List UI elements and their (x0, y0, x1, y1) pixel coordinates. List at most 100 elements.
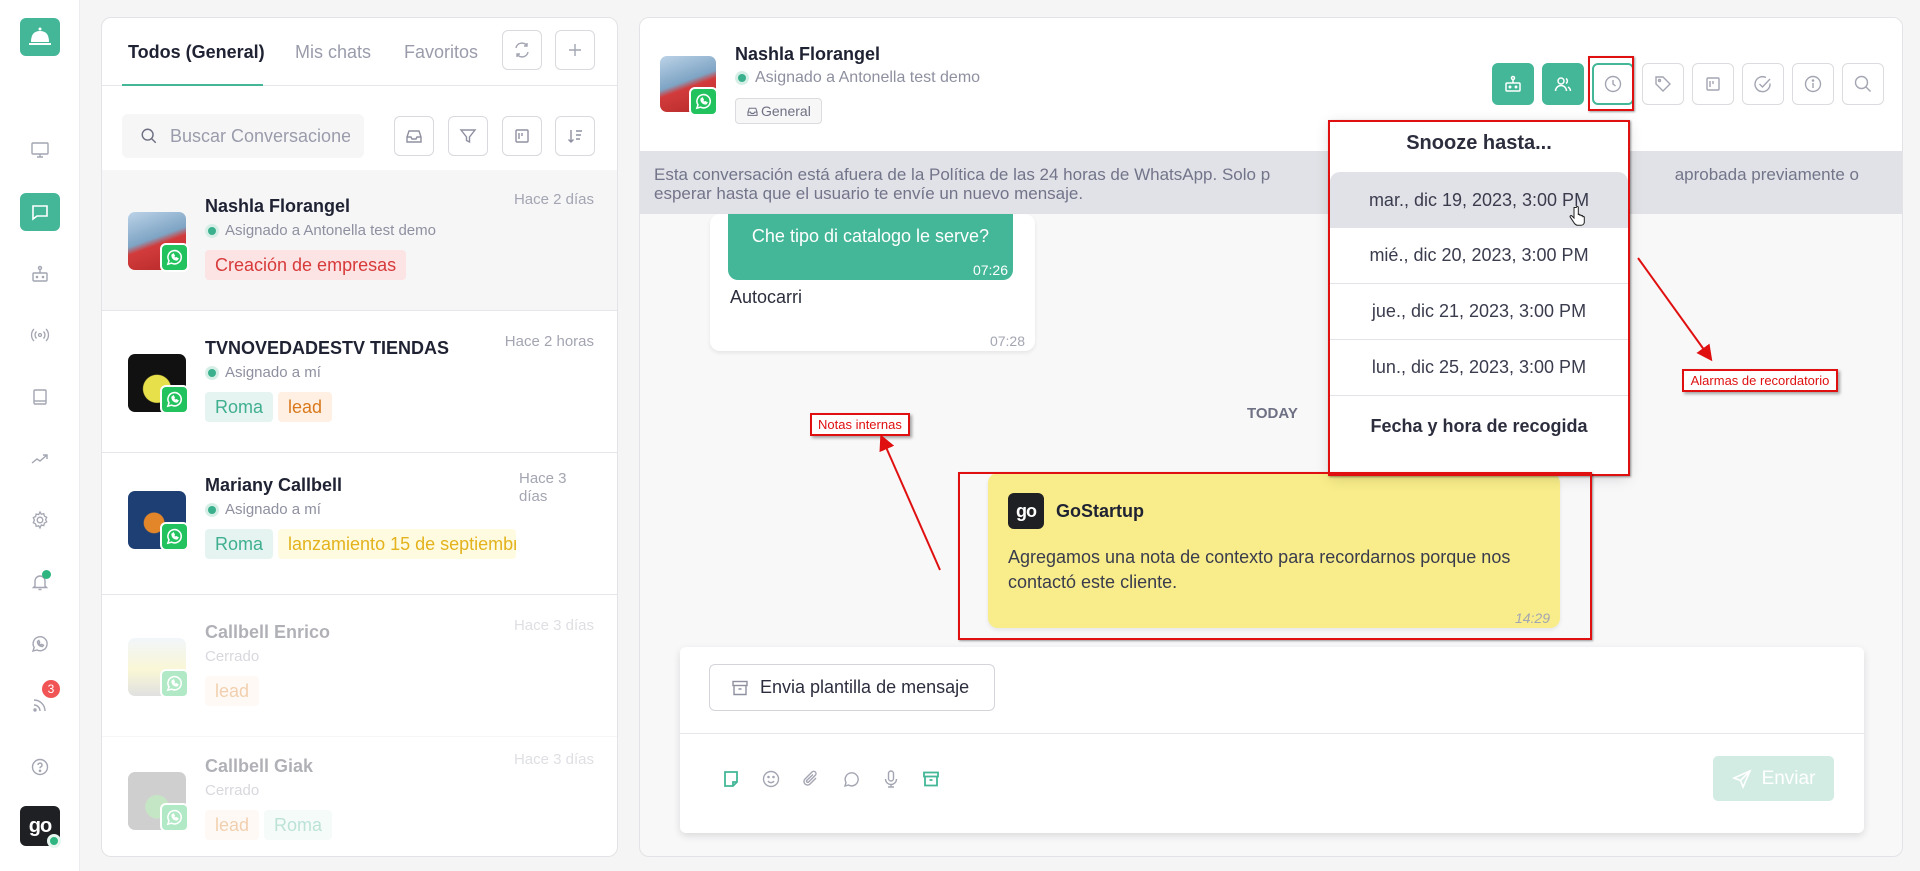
info-icon (1804, 75, 1822, 93)
book-icon (33, 389, 47, 405)
quoted-message-time: 07:26 (972, 262, 1008, 278)
inbox-name: General (761, 103, 811, 119)
snooze-custom-datetime[interactable]: Fecha y hora de recogida (1330, 416, 1628, 437)
search-input[interactable] (170, 125, 350, 147)
tag: lead (278, 392, 333, 422)
tab-favoritos[interactable]: Favoritos (404, 42, 478, 63)
whatsapp-policy-banner: Esta conversación está afuera de la Polí… (640, 151, 1902, 214)
rail-item-monitor[interactable] (20, 131, 60, 169)
hand-cursor-icon (1569, 206, 1585, 226)
tab-mis-chats[interactable]: Mis chats (295, 42, 371, 63)
new-conversation-button[interactable] (555, 30, 595, 70)
snooze-button[interactable] (1592, 63, 1634, 105)
kanban-button[interactable] (1692, 63, 1734, 105)
search-icon (141, 128, 157, 144)
trend-icon (31, 454, 48, 464)
tab-todos[interactable]: Todos (General) (128, 42, 265, 63)
rail-item-notifications[interactable] (20, 563, 60, 601)
send-template-button[interactable]: Envia plantilla de mensaje (709, 664, 995, 711)
refresh-icon (515, 42, 529, 58)
quick-reply-tool[interactable] (839, 767, 863, 791)
tag-button[interactable] (1642, 63, 1684, 105)
attachment-icon (803, 770, 817, 786)
message-text: Autocarri (730, 287, 803, 307)
kanban-view-button[interactable] (502, 116, 542, 156)
tag: Roma (205, 529, 274, 559)
refresh-button[interactable] (502, 30, 542, 70)
whatsapp-icon (166, 391, 182, 408)
snooze-option[interactable]: mié., dic 20, 2023, 3:00 PM (1330, 228, 1628, 284)
internal-note: go GoStartup Agregamos una nota de conte… (988, 473, 1560, 628)
kanban-icon (1706, 77, 1720, 91)
policy-text-1: Esta conversación está afuera de la Polí… (654, 165, 1271, 184)
sort-button[interactable] (555, 116, 595, 156)
inbox-chip[interactable]: General (735, 98, 822, 124)
whatsapp-channel-badge (160, 669, 189, 698)
internal-note-tool[interactable] (719, 767, 743, 791)
conversation-tabs: Todos (General) Mis chats Favoritos (102, 18, 617, 86)
assignment-status: Asignado a mí (205, 501, 321, 518)
composer-divider (680, 733, 1864, 734)
whatsapp-channel-badge (160, 522, 189, 551)
conversation-item[interactable]: TVNOVEDADESTV TIENDAS Asignado a mí Hace… (102, 312, 617, 453)
filter-icon (459, 129, 477, 144)
assign-users-button[interactable] (1542, 63, 1584, 105)
rail-item-whatsapp[interactable] (20, 625, 60, 663)
check-circle-icon (1754, 75, 1771, 93)
contact-name: Mariany Callbell (205, 475, 343, 495)
voice-note-tool[interactable] (879, 767, 903, 791)
conversation-item[interactable]: Mariany Callbell Asignado a mí Hace 3 dí… (102, 454, 617, 595)
inbox-filter-button[interactable] (394, 116, 434, 156)
whatsapp-icon (166, 675, 182, 692)
bot-button[interactable] (1492, 63, 1534, 105)
users-icon (1554, 77, 1572, 92)
assignment-status: Cerrado (205, 648, 260, 665)
conversation-time: Hace 3 días (513, 617, 594, 634)
resolve-button[interactable] (1742, 63, 1784, 105)
template-tool[interactable] (919, 767, 943, 791)
status-dot-icon (735, 71, 749, 85)
send-template-label: Envia plantilla de mensaje (760, 677, 970, 697)
quoted-message-text: Che tipo di catalogo le serve? (751, 226, 990, 246)
search-icon (1854, 75, 1871, 92)
search-in-chat-button[interactable] (1842, 63, 1884, 105)
rail-item-settings[interactable] (20, 501, 60, 539)
conversation-item[interactable]: Callbell Giak Cerrado Hace 3 días lead R… (102, 730, 617, 856)
whatsapp-icon (31, 636, 48, 652)
rail-item-chats[interactable] (20, 193, 60, 231)
rail-item-help[interactable] (20, 748, 60, 786)
conversation-item[interactable]: Nashla Florangel Asignado a Antonella te… (102, 170, 617, 311)
chat-header: Nashla Florangel Asignado a Antonella te… (640, 18, 1902, 151)
rail-item-broadcast[interactable] (20, 316, 60, 354)
snooze-option[interactable]: jue., dic 21, 2023, 3:00 PM (1330, 284, 1628, 340)
conversation-time: Hace 3 días (513, 751, 594, 768)
info-button[interactable] (1792, 63, 1834, 105)
service-bell-icon (29, 27, 51, 45)
incoming-message: Che tipo di catalogo le serve? 07:26 Aut… (710, 214, 1035, 351)
attachment-tool[interactable] (799, 767, 823, 791)
message-composer: Envia plantilla de mensaje Enviar (680, 647, 1864, 833)
contact-name: Callbell Giak (205, 756, 314, 776)
callout-notas-internas: Notas internas (810, 413, 910, 436)
robot-icon (32, 265, 48, 282)
emoji-tool[interactable] (759, 767, 783, 791)
tag-list: Creación de empresas (205, 250, 407, 280)
rail-item-bots[interactable] (20, 255, 60, 293)
rss-icon (33, 699, 46, 712)
date-divider: TODAY (1247, 405, 1298, 422)
conversation-item[interactable]: Callbell Enrico Cerrado Hace 3 días lead (102, 596, 617, 737)
sort-icon (568, 130, 582, 143)
assignment-text: Asignado a mí (225, 364, 321, 381)
snooze-option[interactable]: lun., dic 25, 2023, 3:00 PM (1330, 340, 1628, 396)
status-dot-icon (205, 365, 219, 380)
whatsapp-channel-badge (160, 243, 189, 272)
broadcast-icon (30, 328, 50, 342)
rail-item-analytics[interactable] (20, 440, 60, 478)
filter-button[interactable] (448, 116, 488, 156)
snooze-title: Snooze hasta... (1406, 132, 1552, 154)
rail-item-knowledge[interactable] (20, 378, 60, 416)
send-button[interactable]: Enviar (1713, 756, 1834, 801)
contact-name: TVNOVEDADESTV TIENDAS (205, 338, 450, 358)
message-time: 07:28 (989, 333, 1025, 349)
app-logo[interactable] (20, 18, 60, 56)
